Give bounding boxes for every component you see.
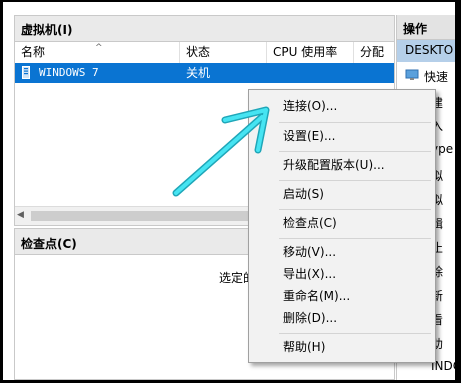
monitor-icon (405, 69, 419, 80)
column-state-label: 状态 (186, 45, 211, 59)
actions-title: 操作 (403, 22, 428, 36)
menu-item-rename[interactable]: 重命名(M)... (249, 285, 435, 307)
menu-item-help-label: 帮助(H) (283, 340, 326, 354)
column-state[interactable]: 状态 (180, 42, 267, 63)
vm-column-header: 名称 ^ 状态 CPU 使用率 分配的 (15, 42, 394, 80)
vm-name-cell: WINDOWS 7 (39, 66, 99, 79)
menu-item-help[interactable]: 帮助(H) (249, 336, 435, 358)
menu-item-start[interactable]: 启动(S) (249, 183, 435, 205)
column-cpu[interactable]: CPU 使用率 (267, 42, 354, 63)
menu-item-checkpoint-label: 检查点(C) (283, 216, 337, 230)
menu-item-rename-label: 重命名(M)... (283, 289, 351, 303)
menu-separator (279, 333, 431, 334)
action-quick-create-label: 快速 (424, 70, 449, 84)
scroll-left-icon[interactable]: ◀ (17, 210, 24, 220)
menu-item-delete-label: 删除(D)... (283, 311, 338, 325)
menu-item-delete[interactable]: 删除(D)... (249, 307, 435, 329)
actions-host-item[interactable]: DESKTO (397, 40, 458, 62)
virtual-machines-header: 虚拟机(I) (15, 16, 394, 42)
actions-header: 操作 (397, 15, 458, 40)
virtual-machine-icon (22, 66, 30, 79)
menu-item-checkpoint[interactable]: 检查点(C) (249, 212, 435, 234)
menu-separator (279, 238, 431, 239)
menu-item-start-label: 启动(S) (283, 187, 324, 201)
scrollbar-thumb[interactable] (31, 211, 261, 221)
sort-ascending-icon: ^ (95, 43, 103, 53)
menu-item-export-label: 导出(X)... (283, 267, 337, 281)
column-name-label: 名称 (21, 45, 46, 59)
column-name[interactable]: 名称 ^ (15, 42, 180, 63)
menu-separator (279, 151, 431, 152)
menu-item-move[interactable]: 移动(V)... (249, 241, 435, 263)
window-edge (455, 0, 461, 383)
menu-item-connect-label: 连接(O)... (283, 99, 338, 113)
menu-item-upgrade-config[interactable]: 升级配置版本(U)... (249, 154, 435, 176)
checkpoints-title: 检查点(C) (21, 237, 77, 251)
actions-host-label: DESKTO (405, 43, 454, 57)
context-menu: 连接(O)... 设置(E)... 升级配置版本(U)... 启动(S) 检查点… (248, 89, 436, 363)
menu-separator (279, 209, 431, 210)
menu-item-settings[interactable]: 设置(E)... (249, 125, 435, 147)
vm-state-cell: 关机 (186, 66, 211, 80)
menu-item-connect[interactable]: 连接(O)... (249, 95, 435, 117)
virtual-machines-title: 虚拟机(I) (21, 23, 73, 37)
menu-item-upgrade-label: 升级配置版本(U)... (283, 158, 385, 172)
column-assigned-memory[interactable]: 分配的 (354, 42, 394, 80)
table-row[interactable]: WINDOWS 7 关机 (15, 63, 394, 83)
menu-separator (279, 180, 431, 181)
menu-item-move-label: 移动(V)... (283, 245, 337, 259)
column-cpu-label: CPU 使用率 (273, 45, 338, 59)
menu-item-settings-label: 设置(E)... (283, 129, 336, 143)
menu-separator (279, 122, 431, 123)
menu-item-export[interactable]: 导出(X)... (249, 263, 435, 285)
